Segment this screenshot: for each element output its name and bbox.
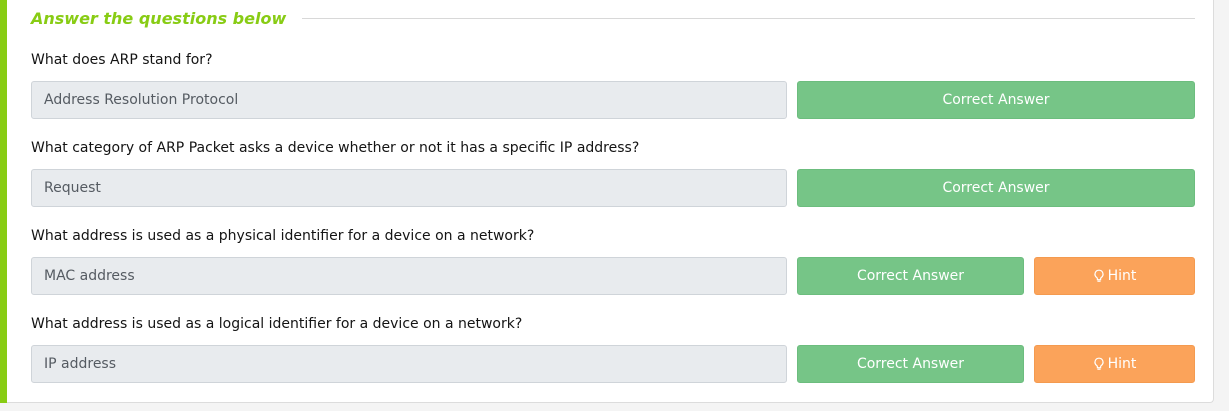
- answer-field[interactable]: Address Resolution Protocol: [31, 81, 787, 119]
- question-text: What address is used as a physical ident…: [31, 228, 535, 244]
- hint-label: Hint: [1107, 268, 1137, 284]
- lightbulb-icon: [1094, 269, 1104, 282]
- question-text: What category of ARP Packet asks a devic…: [31, 140, 640, 156]
- correct-answer-button[interactable]: Correct Answer: [797, 81, 1195, 119]
- hint-button[interactable]: Hint: [1034, 345, 1195, 383]
- correct-answer-button[interactable]: Correct Answer: [797, 345, 1024, 383]
- accent-bar: [0, 0, 7, 403]
- hint-label: Hint: [1107, 356, 1137, 372]
- answer-field[interactable]: MAC address: [31, 257, 787, 295]
- correct-answer-button[interactable]: Correct Answer: [797, 257, 1024, 295]
- task-questions-card: Answer the questions below What does ARP…: [0, 0, 1214, 403]
- question-text: What does ARP stand for?: [31, 52, 213, 68]
- answer-field[interactable]: IP address: [31, 345, 787, 383]
- hint-button[interactable]: Hint: [1034, 257, 1195, 295]
- section-header: Answer the questions below: [31, 6, 1195, 30]
- section-divider: [302, 17, 1195, 19]
- answer-field[interactable]: Request: [31, 169, 787, 207]
- lightbulb-icon: [1094, 357, 1104, 370]
- question-text: What address is used as a logical identi…: [31, 316, 523, 332]
- correct-answer-button[interactable]: Correct Answer: [797, 169, 1195, 207]
- section-title: Answer the questions below: [31, 8, 287, 28]
